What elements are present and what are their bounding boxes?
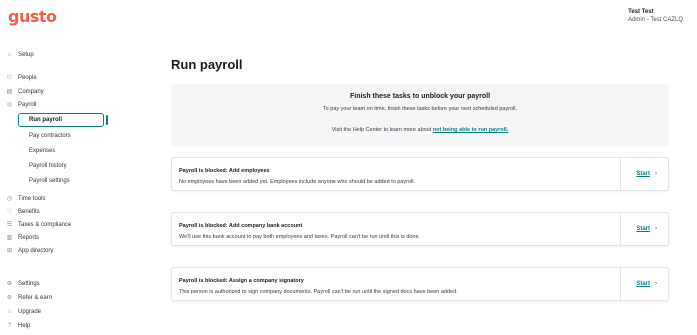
user-role: Admin - Test CAZLQ	[628, 17, 683, 23]
people-icon: ⚇	[6, 75, 13, 81]
chevron-right-icon: ›	[655, 171, 657, 177]
start-button[interactable]: Start ›	[636, 171, 657, 177]
chevron-right-icon: ›	[655, 281, 657, 287]
heart-icon: ♡	[6, 209, 13, 215]
task-description: We'll use this bank account to pay both …	[179, 234, 421, 240]
task-description: No employees have been added yet. Employ…	[179, 179, 416, 185]
user-menu[interactable]: Test Test Admin - Test CAZLQ	[628, 8, 683, 24]
sidebar-item-settings[interactable]: ⚙ Settings	[5, 278, 40, 289]
sidebar-subitem-expenses[interactable]: Expenses	[29, 145, 55, 156]
sidebar-item-label: Company	[18, 88, 44, 95]
start-button[interactable]: Start ›	[636, 226, 657, 232]
banner-help-text: Visit the Help Center to learn more abou…	[171, 127, 669, 133]
gift-icon: ⊛	[6, 295, 13, 301]
sidebar-item-label: Time tools	[18, 195, 46, 202]
help-text-prefix: Visit the Help Center to learn more abou…	[331, 127, 433, 133]
sidebar-subitem-run-payroll[interactable]: Run payroll	[18, 113, 104, 127]
sidebar-item-company[interactable]: ▤ Company	[5, 86, 44, 97]
sidebar-item-label: Settings	[18, 280, 40, 287]
sidebar-subitem-pay-contractors[interactable]: Pay contractors	[29, 130, 71, 141]
help-center-link[interactable]: not being able to run payroll.	[433, 127, 508, 133]
unblock-banner: Finish these tasks to unblock your payro…	[171, 84, 669, 147]
task-description: This person is authorized to sign compan…	[179, 289, 458, 295]
building-icon: ▤	[6, 89, 13, 95]
sidebar-item-label: App directory	[18, 247, 54, 254]
help-icon: ?	[7, 322, 12, 329]
sidebar-item-taxes-compliance[interactable]: ☰ Taxes & compliance	[5, 219, 72, 230]
sidebar-item-upgrade[interactable]: ☆ Upgrade	[5, 306, 41, 317]
sidebar-item-label: Taxes & compliance	[18, 221, 72, 228]
sidebar-item-label: Help	[18, 322, 31, 329]
sidebar-item-label: Upgrade	[18, 308, 42, 315]
task-card-assign-signatory: Payroll is blocked: Assign a company sig…	[171, 267, 669, 301]
sidebar-item-label: Payroll	[18, 101, 37, 108]
card-divider	[620, 213, 621, 245]
page-title: Run payroll	[171, 57, 243, 72]
star-icon: ☆	[6, 309, 13, 315]
start-label: Start	[636, 226, 650, 232]
sidebar-item-label: Setup	[18, 51, 34, 58]
sidebar-item-label: People	[18, 74, 37, 81]
sidebar-item-help[interactable]: ? Help	[5, 320, 31, 331]
user-name: Test Test	[628, 9, 654, 15]
sidebar-item-reports[interactable]: ▥ Reports	[5, 232, 39, 243]
reports-icon: ▥	[6, 235, 13, 241]
active-indicator	[106, 115, 108, 125]
sidebar-item-label: Benefits	[18, 208, 40, 215]
start-label: Start	[636, 281, 650, 287]
start-button[interactable]: Start ›	[636, 281, 657, 287]
sidebar-item-benefits[interactable]: ♡ Benefits	[5, 206, 40, 217]
banner-title: Finish these tasks to unblock your payro…	[349, 93, 491, 100]
sidebar-item-payroll[interactable]: ◎ Payroll	[5, 99, 36, 110]
task-card-add-employees: Payroll is blocked: Add employees No emp…	[171, 157, 669, 191]
top-bar: gusto Test Test Admin - Test CAZLQ	[0, 0, 697, 34]
clock-icon: ◷	[6, 196, 13, 202]
sidebar-item-setup[interactable]: ⌂ Setup	[5, 49, 34, 60]
task-title: Payroll is blocked: Add company bank acc…	[179, 223, 303, 229]
card-divider	[620, 158, 621, 190]
sidebar-item-refer-earn[interactable]: ⊛ Refer & earn	[5, 292, 52, 303]
start-label: Start	[636, 171, 650, 177]
sidebar-item-label: Reports	[18, 234, 40, 241]
sidebar-item-app-directory[interactable]: ⊞ App directory	[5, 245, 53, 256]
task-title: Payroll is blocked: Assign a company sig…	[179, 278, 304, 284]
task-title: Payroll is blocked: Add employees	[179, 168, 270, 174]
sidebar-subitem-payroll-settings[interactable]: Payroll settings	[29, 175, 70, 186]
taxes-icon: ☰	[6, 222, 13, 228]
sidebar-item-time-tools[interactable]: ◷ Time tools	[5, 193, 46, 204]
task-card-add-bank-account: Payroll is blocked: Add company bank acc…	[171, 212, 669, 246]
sidebar-item-label: Refer & earn	[18, 294, 53, 301]
home-icon: ⌂	[7, 51, 12, 58]
sidebar-subitem-payroll-history[interactable]: Payroll history	[29, 160, 67, 171]
payroll-icon: ◎	[6, 102, 13, 108]
card-divider	[620, 268, 621, 300]
sidebar: ⌂ Setup ⚇ People ▤ Company ◎ Payroll Run…	[0, 34, 110, 335]
gusto-logo[interactable]: gusto	[8, 7, 57, 26]
banner-subtitle: To pay your team on time, finish these t…	[322, 106, 518, 112]
apps-icon: ⊞	[6, 248, 13, 254]
sidebar-item-people[interactable]: ⚇ People	[5, 72, 37, 83]
chevron-right-icon: ›	[655, 226, 657, 232]
gear-icon: ⚙	[6, 281, 13, 287]
